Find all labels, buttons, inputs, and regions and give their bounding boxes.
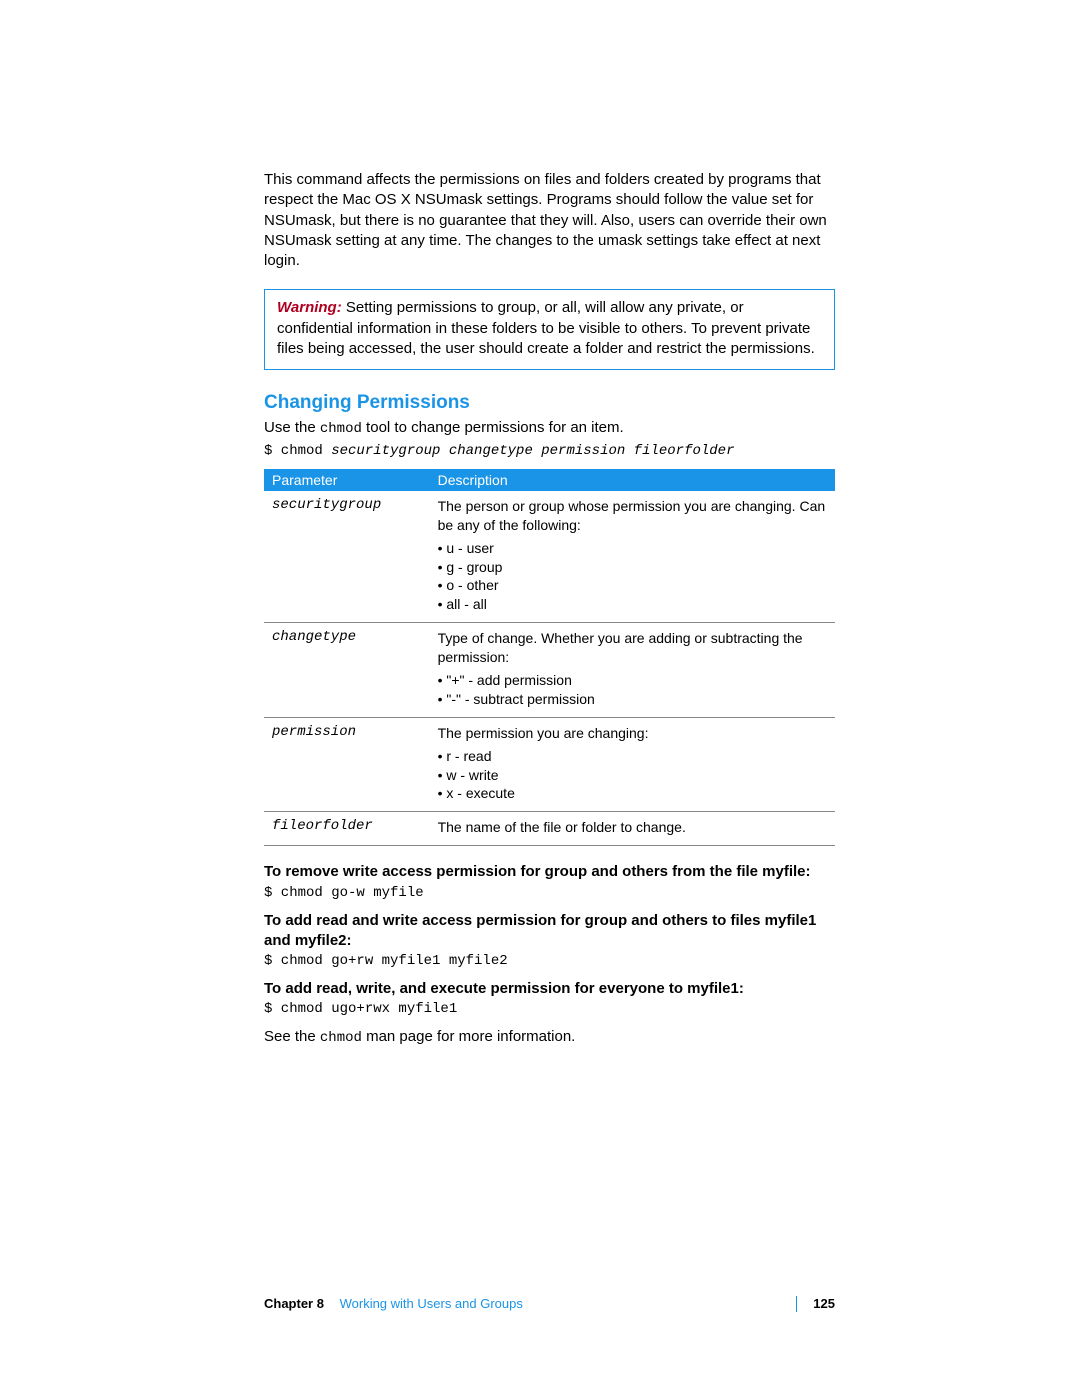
table-row: changetype Type of change. Whether you a…: [264, 623, 835, 718]
parameter-table: Parameter Description securitygroup The …: [264, 469, 835, 846]
warning-box: Warning: Setting permissions to group, o…: [264, 289, 835, 370]
param-desc: The person or group whose permission you…: [430, 491, 835, 623]
chapter-title: Working with Users and Groups: [340, 1296, 523, 1311]
example-heading: To remove write access permission for gr…: [264, 862, 835, 882]
section-heading: Changing Permissions: [264, 392, 835, 414]
warning-text: Setting permissions to group, or all, wi…: [277, 299, 815, 357]
col-header-parameter: Parameter: [264, 469, 430, 491]
list-item: u - user: [438, 539, 827, 558]
param-name: changetype: [264, 623, 430, 718]
example-command: $ chmod go-w myfile: [264, 885, 835, 901]
warning-label: Warning:: [277, 299, 342, 316]
section-intro-post: tool to change permissions for an item.: [362, 419, 624, 436]
param-name: permission: [264, 717, 430, 812]
section-intro-pre: Use the: [264, 419, 320, 436]
list-item: "-" - subtract permission: [438, 690, 827, 709]
closing-code: chmod: [320, 1030, 362, 1046]
page-number: 125: [796, 1296, 835, 1312]
list-item: g - group: [438, 558, 827, 577]
table-row: securitygroup The person or group whose …: [264, 491, 835, 623]
closing-pre: See the: [264, 1028, 320, 1045]
param-desc: The name of the file or folder to change…: [430, 812, 835, 846]
example-command: $ chmod ugo+rwx myfile1: [264, 1001, 835, 1017]
page-footer: Chapter 8 Working with Users and Groups …: [264, 1296, 835, 1312]
closing-post: man page for more information.: [362, 1028, 575, 1045]
closing-paragraph: See the chmod man page for more informat…: [264, 1027, 835, 1048]
col-header-description: Description: [430, 469, 835, 491]
command-args: securitygroup changetype permission file…: [331, 443, 734, 459]
command-prefix: $ chmod: [264, 443, 331, 459]
list-item: w - write: [438, 766, 827, 785]
chapter-label: Chapter 8: [264, 1296, 324, 1311]
param-desc: Type of change. Whether you are adding o…: [430, 623, 835, 718]
param-desc: The permission you are changing: r - rea…: [430, 717, 835, 812]
section-intro: Use the chmod tool to change permissions…: [264, 418, 835, 439]
list-item: x - execute: [438, 784, 827, 803]
list-item: o - other: [438, 576, 827, 595]
param-desc-intro: The name of the file or folder to change…: [438, 818, 827, 837]
document-page: This command affects the permissions on …: [0, 0, 1080, 1397]
example-heading: To add read, write, and execute permissi…: [264, 979, 835, 999]
param-name: securitygroup: [264, 491, 430, 623]
example-heading: To add read and write access permission …: [264, 911, 835, 952]
example-command: $ chmod go+rw myfile1 myfile2: [264, 953, 835, 969]
intro-paragraph: This command affects the permissions on …: [264, 170, 835, 271]
list-item: "+" - add permission: [438, 671, 827, 690]
table-row: fileorfolder The name of the file or fol…: [264, 812, 835, 846]
param-name: fileorfolder: [264, 812, 430, 846]
param-desc-intro: The person or group whose permission you…: [438, 497, 827, 535]
table-row: permission The permission you are changi…: [264, 717, 835, 812]
command-synopsis: $ chmod securitygroup changetype permiss…: [264, 443, 835, 459]
section-intro-code: chmod: [320, 421, 362, 437]
list-item: all - all: [438, 595, 827, 614]
list-item: r - read: [438, 747, 827, 766]
param-desc-intro: The permission you are changing:: [438, 724, 827, 743]
param-desc-intro: Type of change. Whether you are adding o…: [438, 629, 827, 667]
